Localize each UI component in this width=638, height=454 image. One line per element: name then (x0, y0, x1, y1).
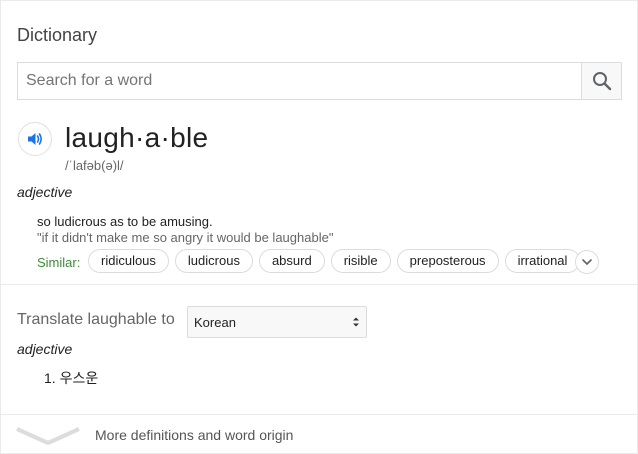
speaker-icon (28, 133, 42, 145)
phonetic-spelling: /ˈlafəb(ə)l/ (65, 158, 124, 173)
footer-divider (1, 414, 637, 415)
more-similar-button[interactable] (575, 250, 599, 274)
translate-label: Translate laughable to (17, 311, 175, 328)
similar-label: Similar: (37, 255, 81, 270)
chevron-down-icon (582, 259, 592, 265)
dictionary-card: Dictionary laugh·a·ble /ˈlafəb(ə)l/ adje… (0, 0, 638, 454)
part-of-speech: adjective (17, 184, 73, 200)
search-button[interactable] (581, 63, 621, 99)
language-select[interactable]: Korean (187, 306, 367, 338)
definition: so ludicrous as to be amusing. (37, 214, 213, 229)
pronunciation-audio-button[interactable] (18, 122, 52, 156)
example-sentence: "if it didn't make me so angry it would … (37, 230, 334, 245)
search-icon (593, 72, 612, 91)
similar-word-chip[interactable]: irrational (504, 249, 581, 273)
more-definitions-link[interactable]: More definitions and word origin (95, 427, 293, 443)
similar-word-chip[interactable]: absurd (258, 249, 325, 273)
translation-part-of-speech: adjective (17, 341, 73, 357)
similar-word-chip[interactable]: risible (330, 249, 391, 273)
similar-word-chip[interactable]: ludicrous (174, 249, 253, 273)
similar-word-chip[interactable]: preposterous (396, 249, 499, 273)
similar-word-chip[interactable]: ridiculous (88, 249, 169, 273)
search-input[interactable] (18, 63, 590, 99)
expand-chevron-icon[interactable] (15, 425, 81, 445)
language-select-value: Korean (194, 315, 236, 330)
section-divider (1, 284, 637, 285)
select-arrows-icon (353, 317, 359, 327)
search-box (17, 62, 622, 100)
similar-words: ridiculous ludicrous absurd risible prep… (88, 249, 581, 273)
translation-item: 1. 우스운 (44, 370, 99, 386)
headword: laugh·a·ble (65, 122, 209, 153)
card-title: Dictionary (17, 25, 98, 45)
